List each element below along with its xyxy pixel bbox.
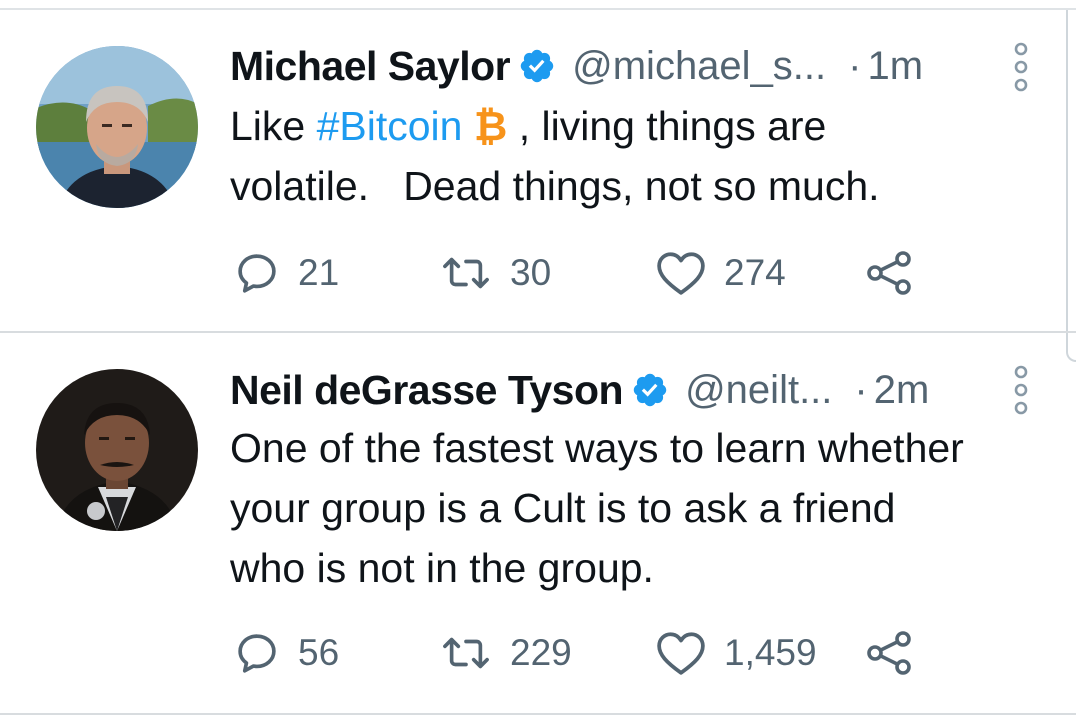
like-button[interactable]: 1,459 — [656, 628, 817, 678]
retweet-button[interactable]: 30 — [440, 248, 551, 298]
separator-dot: · — [848, 43, 862, 88]
more-vertical-icon[interactable] — [1010, 42, 1032, 92]
share-button[interactable] — [866, 248, 914, 298]
tweet-header: Neil deGrasse Tyson @neilt... · 2m — [230, 362, 929, 418]
tweet-text: Like #Bitcoin ₿ , living things are vola… — [230, 96, 880, 216]
timestamp[interactable]: 1m — [867, 44, 923, 89]
verified-badge-icon — [631, 371, 669, 409]
like-icon — [656, 630, 706, 676]
text-segment: Like — [230, 103, 317, 149]
share-icon — [866, 251, 914, 295]
retweet-icon — [440, 630, 492, 676]
action-bar: 56 229 1,459 — [230, 628, 950, 678]
reply-count: 56 — [298, 632, 340, 673]
like-button[interactable]: 274 — [656, 248, 786, 298]
tweet-feed: Michael Saylor @michael_s... · 1m Like #… — [0, 0, 1076, 724]
action-bar: 21 30 274 — [230, 248, 950, 298]
share-icon — [866, 631, 914, 675]
avatar-image — [36, 46, 198, 208]
share-button[interactable] — [866, 628, 914, 678]
tweet-text: One of the fastest ways to learn whether… — [230, 418, 964, 598]
timestamp[interactable]: 2m — [874, 368, 930, 413]
separator-dot: · — [854, 367, 868, 412]
avatar[interactable] — [36, 46, 198, 208]
author-handle[interactable]: @neilt... — [685, 368, 832, 413]
reply-icon — [234, 630, 280, 676]
author-handle[interactable]: @michael_s... — [572, 44, 826, 89]
retweet-icon — [440, 250, 492, 296]
more-vertical-icon[interactable] — [1010, 365, 1032, 415]
author-name[interactable]: Michael Saylor — [230, 43, 511, 90]
retweet-button[interactable]: 229 — [440, 628, 572, 678]
reply-icon — [234, 250, 280, 296]
reply-count: 21 — [298, 252, 340, 293]
hashtag-link[interactable]: #Bitcoin — [317, 103, 463, 149]
tweet-text-line: Like #Bitcoin ₿ , living things are — [230, 96, 880, 156]
like-icon — [656, 250, 706, 296]
retweet-count: 229 — [510, 632, 572, 673]
retweet-count: 30 — [510, 252, 552, 293]
verified-badge-icon — [518, 47, 556, 85]
reply-button[interactable]: 56 — [234, 628, 339, 678]
tweet-header: Michael Saylor @michael_s... · 1m — [230, 38, 923, 94]
tweet-text-line: volatile. Dead things, not so much. — [230, 163, 880, 209]
author-name[interactable]: Neil deGrasse Tyson — [230, 367, 624, 414]
tweet-divider — [0, 713, 1076, 715]
tweet[interactable]: Neil deGrasse Tyson @neilt... · 2m One o… — [0, 333, 1076, 713]
avatar[interactable] — [36, 369, 198, 531]
tweet-text-line: your group is a Cult is to ask a friend — [230, 485, 896, 531]
like-count: 1,459 — [724, 632, 817, 673]
tweet-text-line: who is not in the group. — [230, 545, 654, 591]
avatar-image — [36, 369, 198, 531]
reply-button[interactable]: 21 — [234, 248, 339, 298]
tweet[interactable]: Michael Saylor @michael_s... · 1m Like #… — [0, 0, 1076, 332]
bitcoin-emoji: ₿ — [473, 103, 508, 149]
like-count: 274 — [724, 252, 786, 293]
text-segment: , living things are — [507, 103, 827, 149]
tweet-text-line: One of the fastest ways to learn whether — [230, 425, 964, 471]
